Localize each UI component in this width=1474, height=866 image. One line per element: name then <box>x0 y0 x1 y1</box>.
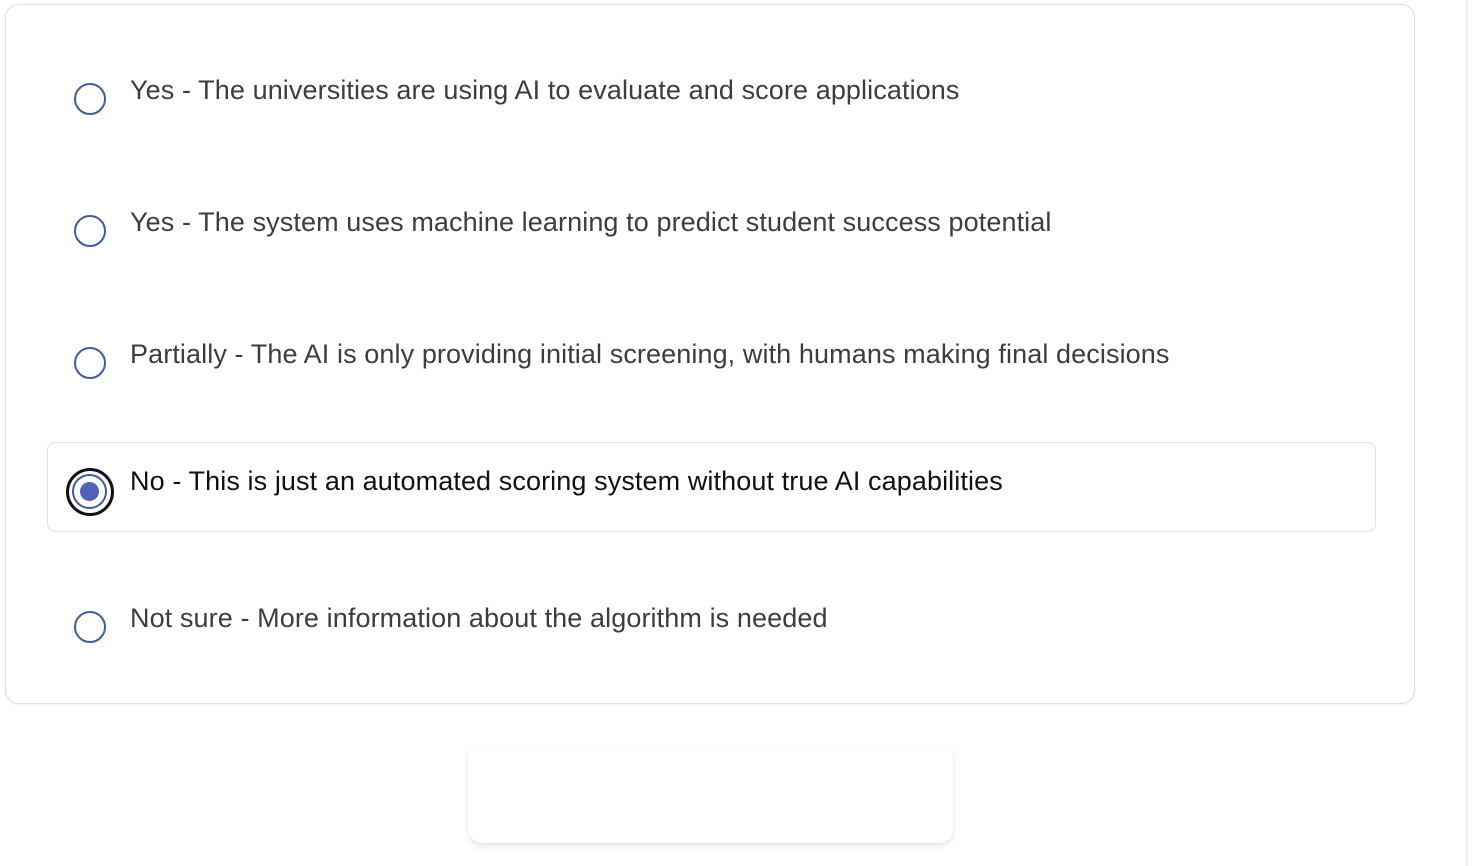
option-label: Yes - The system uses machine learning t… <box>130 207 1052 237</box>
option-yes-evaluate[interactable]: Yes - The universities are using AI to e… <box>47 46 1376 136</box>
option-label: Partially - The AI is only providing ini… <box>130 339 1170 369</box>
option-partially[interactable]: Partially - The AI is only providing ini… <box>47 310 1376 400</box>
option-no[interactable]: No - This is just an automated scoring s… <box>47 442 1376 532</box>
radio-button[interactable] <box>74 83 106 115</box>
option-label: No - This is just an automated scoring s… <box>130 466 1003 496</box>
options-card: Yes - The universities are using AI to e… <box>5 4 1415 704</box>
option-yes-machine-learning[interactable]: Yes - The system uses machine learning t… <box>47 178 1376 268</box>
scrollbar-track <box>1466 0 1468 866</box>
option-not-sure[interactable]: Not sure - More information about the al… <box>47 574 1376 664</box>
option-label: Yes - The universities are using AI to e… <box>130 75 960 105</box>
radio-button-selected[interactable] <box>66 468 114 516</box>
radio-button[interactable] <box>74 347 106 379</box>
radio-button[interactable] <box>74 611 106 643</box>
bottom-panel <box>468 748 953 843</box>
radio-button[interactable] <box>74 215 106 247</box>
option-label: Not sure - More information about the al… <box>130 603 828 633</box>
page: Yes - The universities are using AI to e… <box>0 0 1474 866</box>
